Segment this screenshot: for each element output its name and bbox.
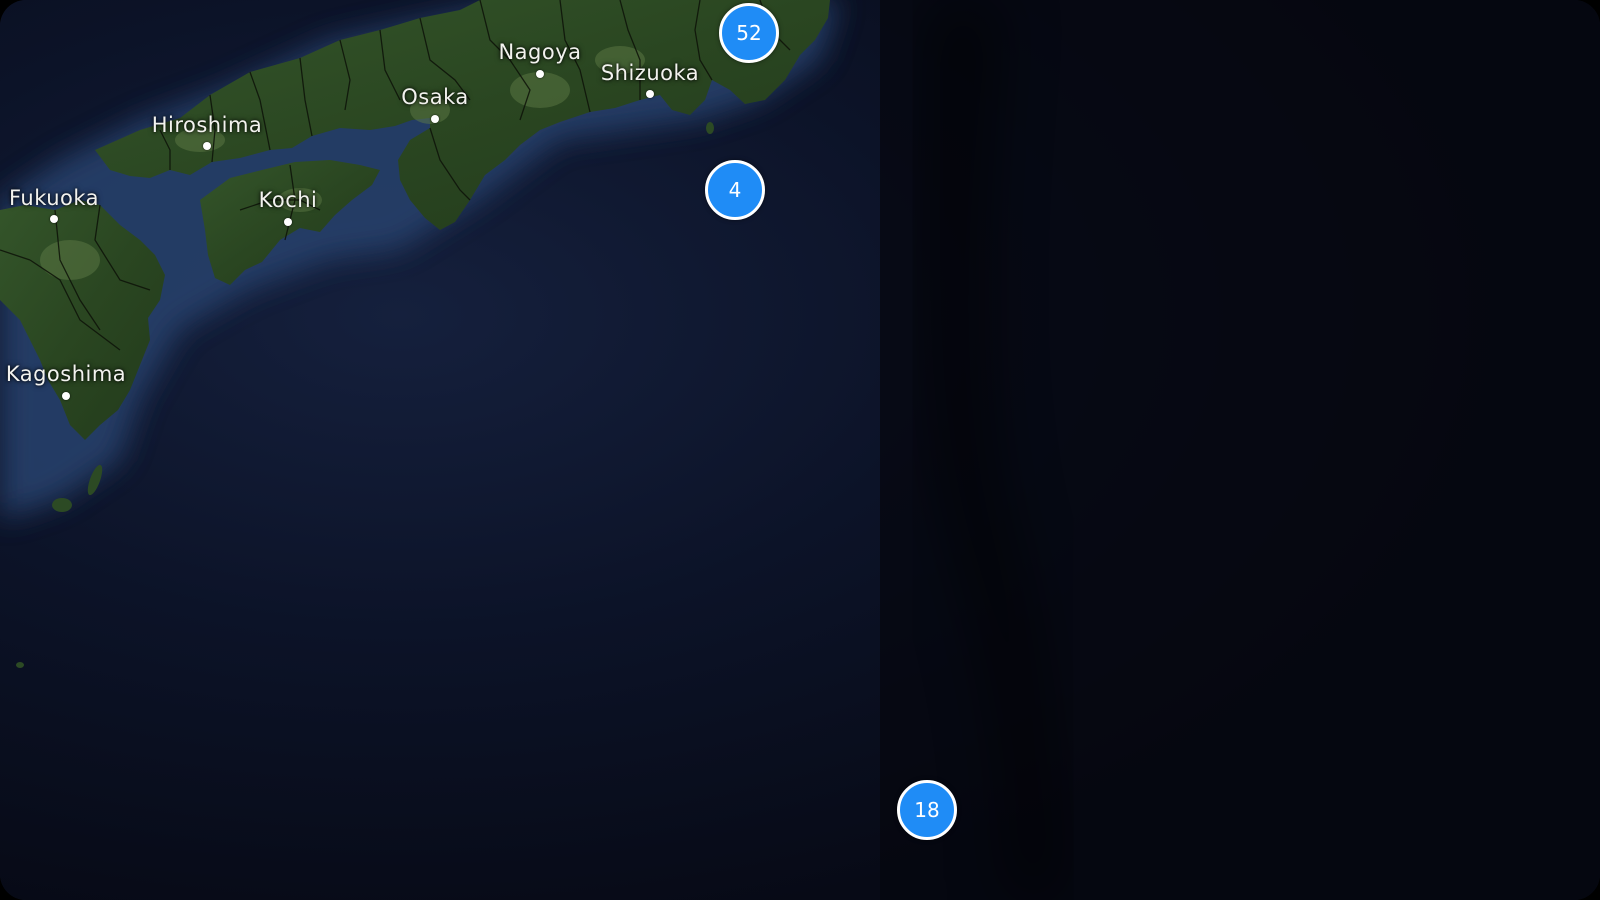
city-label-osaka: Osaka <box>401 85 469 109</box>
island <box>16 662 24 668</box>
cluster-count: 52 <box>736 21 762 45</box>
map-view[interactable]: Nagoya Shizuoka Osaka Hiroshima Kochi Fu… <box>0 0 1600 900</box>
city-dot-nagoya <box>536 70 544 78</box>
city-label-shizuoka: Shizuoka <box>600 61 700 85</box>
city-dot-osaka <box>431 115 439 123</box>
city-dot-hiroshima <box>203 142 211 150</box>
island <box>52 498 72 512</box>
island <box>706 122 714 134</box>
cluster-count: 18 <box>914 798 940 822</box>
city-dot-kagoshima <box>62 392 70 400</box>
cluster-marker[interactable]: 4 <box>705 160 765 220</box>
city-dot-shizuoka <box>646 90 654 98</box>
city-label-fukuoka: Fukuoka <box>8 186 100 210</box>
cluster-marker[interactable]: 18 <box>897 780 957 840</box>
city-dot-kochi <box>284 218 292 226</box>
city-label-nagoya: Nagoya <box>498 40 582 64</box>
city-dot-fukuoka <box>50 215 58 223</box>
city-label-kochi: Kochi <box>258 188 318 212</box>
city-label-hiroshima: Hiroshima <box>151 113 263 137</box>
cluster-count: 4 <box>728 178 742 202</box>
cluster-marker[interactable]: 52 <box>719 3 779 63</box>
city-label-kagoshima: Kagoshima <box>5 362 127 386</box>
